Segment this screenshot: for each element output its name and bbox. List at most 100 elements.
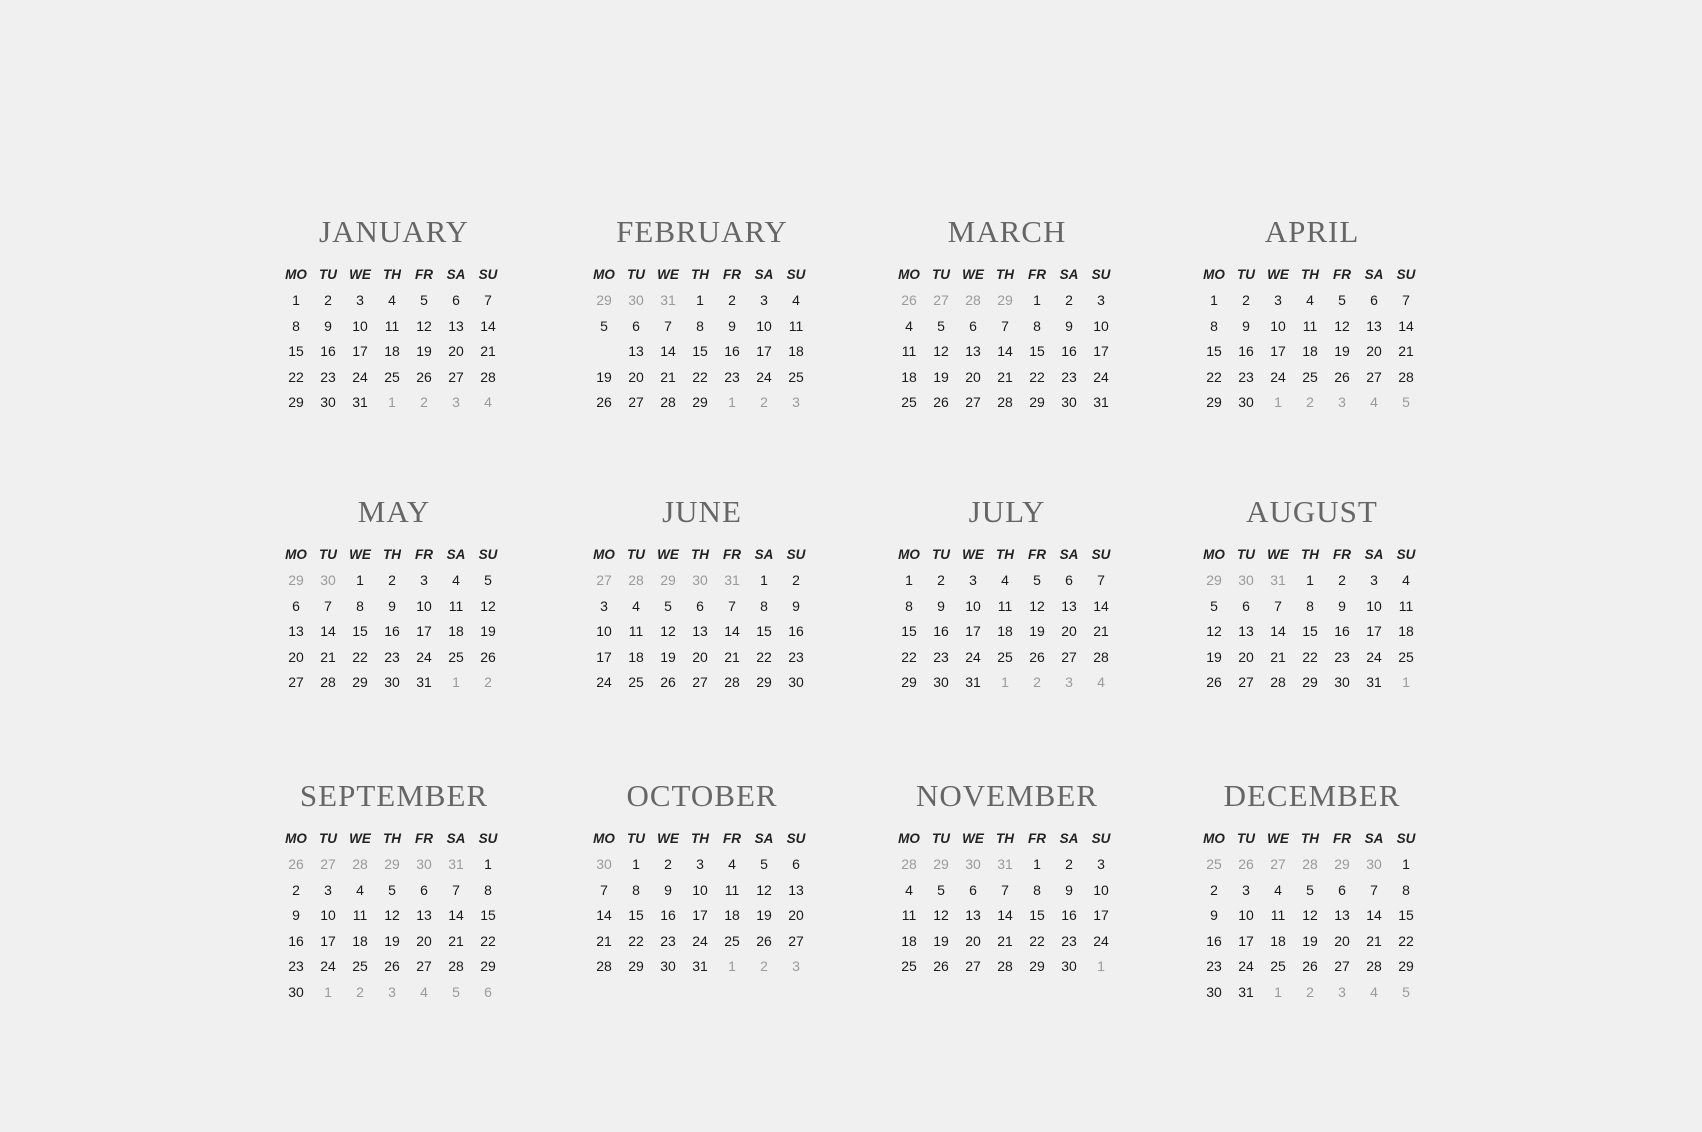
day-number: 23 bbox=[660, 932, 676, 949]
day-number: 4 bbox=[728, 856, 736, 872]
day-number: 8 bbox=[696, 317, 704, 334]
day-number: 6 bbox=[969, 881, 977, 898]
adjacent-month-day: 3 bbox=[452, 394, 460, 410]
day-number: 8 bbox=[292, 317, 300, 334]
adjacent-month-day: 30 bbox=[416, 856, 432, 872]
day-number: 17 bbox=[1366, 623, 1382, 639]
day-number: 19 bbox=[660, 648, 676, 665]
weekday-label: FR bbox=[415, 267, 433, 282]
day-number: 14 bbox=[660, 343, 676, 359]
day-number: 14 bbox=[320, 623, 336, 639]
day-number: 28 bbox=[1270, 674, 1286, 690]
weekday-label: TH bbox=[691, 547, 709, 562]
adjacent-month-day: 2 bbox=[356, 983, 364, 1000]
day-number: 13 bbox=[1061, 597, 1077, 614]
adjacent-month-day: 4 bbox=[1370, 983, 1378, 1000]
day-number: 18 bbox=[628, 648, 644, 665]
day-number: 11 bbox=[1398, 597, 1414, 614]
day-number: 7 bbox=[664, 317, 672, 334]
day-number: 30 bbox=[1238, 394, 1254, 410]
day-number: 5 bbox=[1306, 881, 1314, 898]
day-number: 6 bbox=[969, 317, 977, 334]
adjacent-month-day: 30 bbox=[1366, 856, 1382, 872]
day-number: 4 bbox=[905, 881, 913, 898]
adjacent-month-day: 1 bbox=[388, 394, 396, 410]
adjacent-month-day: 29 bbox=[997, 292, 1013, 308]
day-number: 22 bbox=[628, 932, 644, 949]
day-number: 5 bbox=[937, 881, 945, 898]
weekday-label: FR bbox=[1333, 547, 1351, 562]
day-number: 26 bbox=[1029, 648, 1045, 665]
day-number: 15 bbox=[901, 623, 917, 639]
day-number: 29 bbox=[1029, 958, 1045, 974]
day-number: 1 bbox=[696, 292, 704, 308]
weekday-label: SA bbox=[446, 547, 466, 562]
day-number: 7 bbox=[452, 881, 460, 898]
weekday-label: MO bbox=[898, 831, 920, 846]
day-number: 10 bbox=[596, 623, 612, 639]
day-number: 10 bbox=[352, 317, 368, 334]
adjacent-month-day: 1 bbox=[1274, 983, 1282, 1000]
day-number: 4 bbox=[905, 317, 913, 334]
day-number: 2 bbox=[664, 856, 672, 872]
day-number: 6 bbox=[696, 597, 704, 614]
day-number: 16 bbox=[320, 343, 336, 359]
day-number: 9 bbox=[937, 597, 945, 614]
day-number: 8 bbox=[356, 597, 364, 614]
day-number: 3 bbox=[600, 597, 608, 614]
adjacent-month-day: 4 bbox=[1097, 674, 1105, 690]
day-number: 26 bbox=[384, 958, 400, 974]
weekday-label: TU bbox=[627, 267, 645, 282]
day-number: 24 bbox=[352, 368, 368, 385]
month-title: NOVEMBER bbox=[916, 778, 1098, 813]
day-number: 13 bbox=[692, 623, 708, 639]
day-number: 21 bbox=[1366, 932, 1382, 949]
day-number: 17 bbox=[1093, 907, 1109, 923]
day-number: 11 bbox=[724, 881, 740, 898]
day-number: 15 bbox=[692, 343, 708, 359]
weekday-label: TH bbox=[996, 267, 1014, 282]
day-grid: MO TU WE TH FR SA SU 1 2 3 4 5 6 7 8 9 10 11 12 13 14 15 16 17 1… bbox=[280, 262, 508, 416]
day-number: 3 bbox=[969, 572, 977, 588]
day-number: 14 bbox=[1270, 623, 1286, 639]
weekday-label: SU bbox=[478, 267, 498, 282]
weekday-label: FR bbox=[415, 831, 433, 846]
adjacent-month-day: 31 bbox=[997, 856, 1013, 872]
day-grid: MO TU WE TH FR SA SU 25 26 27 28 29 30 1 2 3 4 5 6 7 8 9 10 11 1… bbox=[1198, 826, 1426, 1005]
day-number: 23 bbox=[1334, 648, 1350, 665]
day-number: 19 bbox=[1206, 648, 1222, 665]
month-october: OCTOBER MO TU WE TH FR SA SU 30 1 2 3 4 5 6 7 8 9 10 11 12 13… bbox=[588, 776, 816, 980]
weekday-label: SU bbox=[1091, 267, 1111, 282]
day-number: 12 bbox=[416, 317, 432, 334]
day-number bbox=[588, 339, 620, 365]
day-number: 1 bbox=[356, 572, 364, 588]
day-number: 22 bbox=[756, 648, 772, 665]
day-number: 11 bbox=[1270, 907, 1286, 923]
day-number: 7 bbox=[484, 292, 492, 308]
day-number: 26 bbox=[480, 648, 496, 665]
adjacent-month-day: 5 bbox=[452, 983, 460, 1000]
day-number: 4 bbox=[1402, 572, 1410, 588]
weekday-label: WE bbox=[349, 831, 371, 846]
day-number: 23 bbox=[288, 958, 304, 974]
day-number: 21 bbox=[724, 648, 740, 665]
day-number: 11 bbox=[901, 907, 917, 923]
month-july: JULY MO TU WE TH FR SA SU 1 2 3 4 5 6 7 8 9 10 11 12 13 14 15 1… bbox=[893, 492, 1121, 696]
month-title: AUGUST bbox=[1246, 494, 1378, 529]
adjacent-month-day: 30 bbox=[320, 572, 336, 588]
day-number: 5 bbox=[420, 292, 428, 308]
weekday-label: FR bbox=[723, 831, 741, 846]
day-number: 3 bbox=[696, 856, 704, 872]
adjacent-month-day: 27 bbox=[933, 292, 949, 308]
day-number: 3 bbox=[1274, 292, 1282, 308]
day-number: 24 bbox=[1093, 932, 1109, 949]
day-number: 2 bbox=[388, 572, 396, 588]
day-number: 11 bbox=[448, 597, 464, 614]
day-number: 1 bbox=[760, 572, 768, 588]
day-number: 4 bbox=[1306, 292, 1314, 308]
day-number: 22 bbox=[1302, 648, 1318, 665]
day-number: 18 bbox=[1270, 932, 1286, 949]
day-number: 11 bbox=[901, 343, 917, 359]
day-number: 1 bbox=[1306, 572, 1314, 588]
day-number: 3 bbox=[1097, 292, 1105, 308]
